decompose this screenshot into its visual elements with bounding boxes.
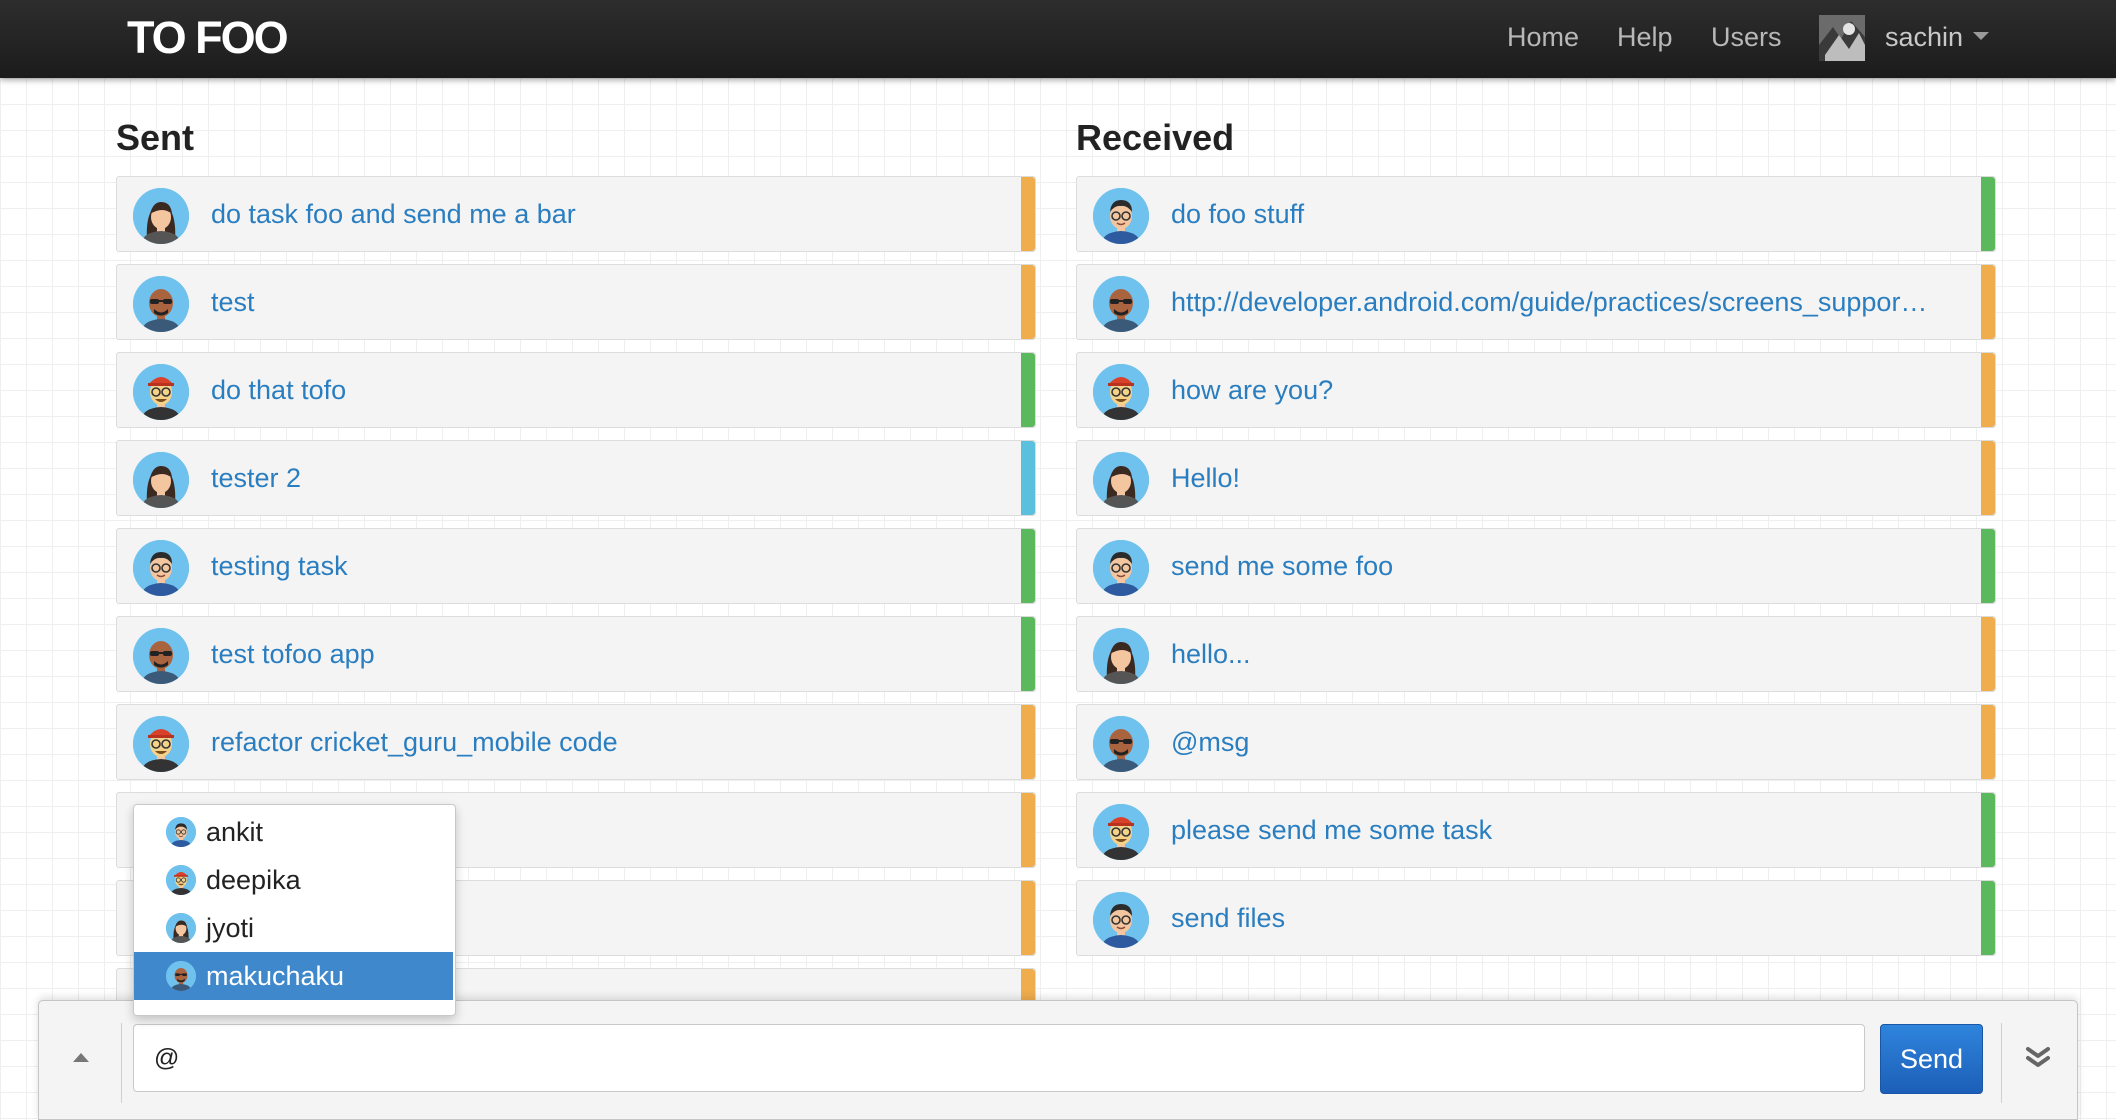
send-button[interactable]: Send bbox=[1880, 1024, 1983, 1094]
brand-logo[interactable]: TO FOO bbox=[127, 10, 289, 66]
status-indicator bbox=[1981, 617, 1995, 691]
received-task-list: do foo stuff http://developer.android.co… bbox=[1076, 176, 1996, 968]
task-title-link[interactable]: test tofoo app bbox=[211, 637, 975, 671]
task-title-link[interactable]: hello... bbox=[1171, 637, 1935, 671]
task-item[interactable]: http://developer.android.com/guide/pract… bbox=[1076, 264, 1996, 340]
task-title-link[interactable]: testing task bbox=[211, 549, 975, 583]
task-item[interactable]: do that tofo bbox=[116, 352, 1036, 428]
task-title-link[interactable]: send files bbox=[1171, 901, 1935, 935]
caret-up-icon[interactable] bbox=[73, 1053, 89, 1062]
redcap-glasses-avatar-icon bbox=[1093, 364, 1149, 420]
message-composer: Send bbox=[38, 1000, 2078, 1120]
task-title-link[interactable]: do task foo and send me a bar bbox=[211, 197, 975, 231]
bald-shades-avatar-icon bbox=[133, 628, 189, 684]
mention-option[interactable]: ankit bbox=[134, 808, 453, 856]
status-indicator bbox=[1021, 353, 1035, 427]
redcap-glasses-avatar-icon bbox=[133, 716, 189, 772]
status-indicator bbox=[1981, 881, 1995, 955]
task-item[interactable]: tester 2 bbox=[116, 440, 1036, 516]
bald-shades-avatar-icon bbox=[166, 961, 196, 991]
task-title-link[interactable]: tester 2 bbox=[211, 461, 975, 495]
mention-option-label: makuchaku bbox=[206, 961, 345, 991]
mention-option-label: jyoti bbox=[206, 913, 255, 943]
status-indicator bbox=[1021, 441, 1035, 515]
status-indicator bbox=[1021, 617, 1035, 691]
sent-heading: Sent bbox=[116, 117, 195, 158]
bald-shades-avatar-icon bbox=[1093, 716, 1149, 772]
woman-avatar-icon bbox=[166, 913, 196, 943]
task-item[interactable]: test bbox=[116, 264, 1036, 340]
double-chevron-down-icon[interactable] bbox=[2023, 1043, 2053, 1073]
status-indicator bbox=[1981, 705, 1995, 779]
redcap-glasses-avatar-icon bbox=[166, 865, 196, 895]
status-indicator bbox=[1981, 265, 1995, 339]
task-item[interactable]: refactor cricket_guru_mobile code bbox=[116, 704, 1036, 780]
status-indicator bbox=[1021, 793, 1035, 867]
divider bbox=[2001, 1023, 2002, 1103]
task-item[interactable]: please send me some task bbox=[1076, 792, 1996, 868]
task-item[interactable]: do task foo and send me a bar bbox=[116, 176, 1036, 252]
status-indicator bbox=[1021, 705, 1035, 779]
task-title-link[interactable]: send me some foo bbox=[1171, 549, 1935, 583]
woman-avatar-icon bbox=[133, 452, 189, 508]
divider bbox=[121, 1023, 122, 1103]
nav-help-link[interactable]: Help bbox=[1617, 20, 1673, 54]
woman-avatar-icon bbox=[1093, 628, 1149, 684]
top-navbar: TO FOO Home Help Users sachin bbox=[0, 0, 2116, 78]
man-glasses-avatar-icon bbox=[1093, 540, 1149, 596]
task-item[interactable]: @msg bbox=[1076, 704, 1996, 780]
man-glasses-avatar-icon bbox=[166, 817, 196, 847]
mention-option[interactable]: makuchaku bbox=[134, 952, 453, 1000]
mention-option-label: ankit bbox=[206, 817, 264, 847]
task-title-link[interactable]: do foo stuff bbox=[1171, 197, 1935, 231]
status-indicator bbox=[1981, 441, 1995, 515]
task-item[interactable]: do foo stuff bbox=[1076, 176, 1996, 252]
task-title-link[interactable]: please send me some task bbox=[1171, 813, 1935, 847]
status-indicator bbox=[1981, 177, 1995, 251]
man-glasses-avatar-icon bbox=[133, 540, 189, 596]
nav-users-link[interactable]: Users bbox=[1711, 20, 1782, 54]
mention-option[interactable]: jyoti bbox=[134, 904, 453, 952]
redcap-glasses-avatar-icon bbox=[1093, 804, 1149, 860]
status-indicator bbox=[1021, 265, 1035, 339]
task-item[interactable]: send me some foo bbox=[1076, 528, 1996, 604]
task-title-link[interactable]: refactor cricket_guru_mobile code bbox=[211, 725, 975, 759]
mention-suggestions-dropdown: ankit deepika jyoti makuchaku bbox=[133, 804, 456, 1016]
task-title-link[interactable]: @msg bbox=[1171, 725, 1935, 759]
task-title-link[interactable]: test bbox=[211, 285, 975, 319]
task-item[interactable]: how are you? bbox=[1076, 352, 1996, 428]
task-title-link[interactable]: how are you? bbox=[1171, 373, 1935, 407]
task-item[interactable]: testing task bbox=[116, 528, 1036, 604]
task-item[interactable]: Hello! bbox=[1076, 440, 1996, 516]
redcap-glasses-avatar-icon bbox=[133, 364, 189, 420]
bald-shades-avatar-icon bbox=[1093, 276, 1149, 332]
task-title-link[interactable]: do that tofo bbox=[211, 373, 975, 407]
bald-shades-avatar-icon bbox=[133, 276, 189, 332]
task-title-link[interactable]: Hello! bbox=[1171, 461, 1935, 495]
user-avatar[interactable] bbox=[1819, 15, 1865, 61]
status-indicator bbox=[1021, 177, 1035, 251]
status-indicator bbox=[1981, 353, 1995, 427]
user-menu-name[interactable]: sachin bbox=[1885, 20, 1963, 54]
mention-option-label: deepika bbox=[206, 865, 301, 895]
nav-home-link[interactable]: Home bbox=[1507, 20, 1579, 54]
status-indicator bbox=[1021, 529, 1035, 603]
task-item[interactable]: hello... bbox=[1076, 616, 1996, 692]
status-indicator bbox=[1981, 793, 1995, 867]
woman-avatar-icon bbox=[1093, 452, 1149, 508]
status-indicator bbox=[1981, 529, 1995, 603]
received-heading: Received bbox=[1076, 117, 1235, 158]
woman-avatar-icon bbox=[133, 188, 189, 244]
man-glasses-avatar-icon bbox=[1093, 892, 1149, 948]
task-item[interactable]: test tofoo app bbox=[116, 616, 1036, 692]
man-glasses-avatar-icon bbox=[1093, 188, 1149, 244]
message-input[interactable] bbox=[133, 1024, 1865, 1092]
status-indicator bbox=[1021, 881, 1035, 955]
task-title-link[interactable]: http://developer.android.com/guide/pract… bbox=[1171, 285, 1935, 319]
mention-option[interactable]: deepika bbox=[134, 856, 453, 904]
task-item[interactable]: send files bbox=[1076, 880, 1996, 956]
caret-down-icon[interactable] bbox=[1973, 32, 1989, 40]
